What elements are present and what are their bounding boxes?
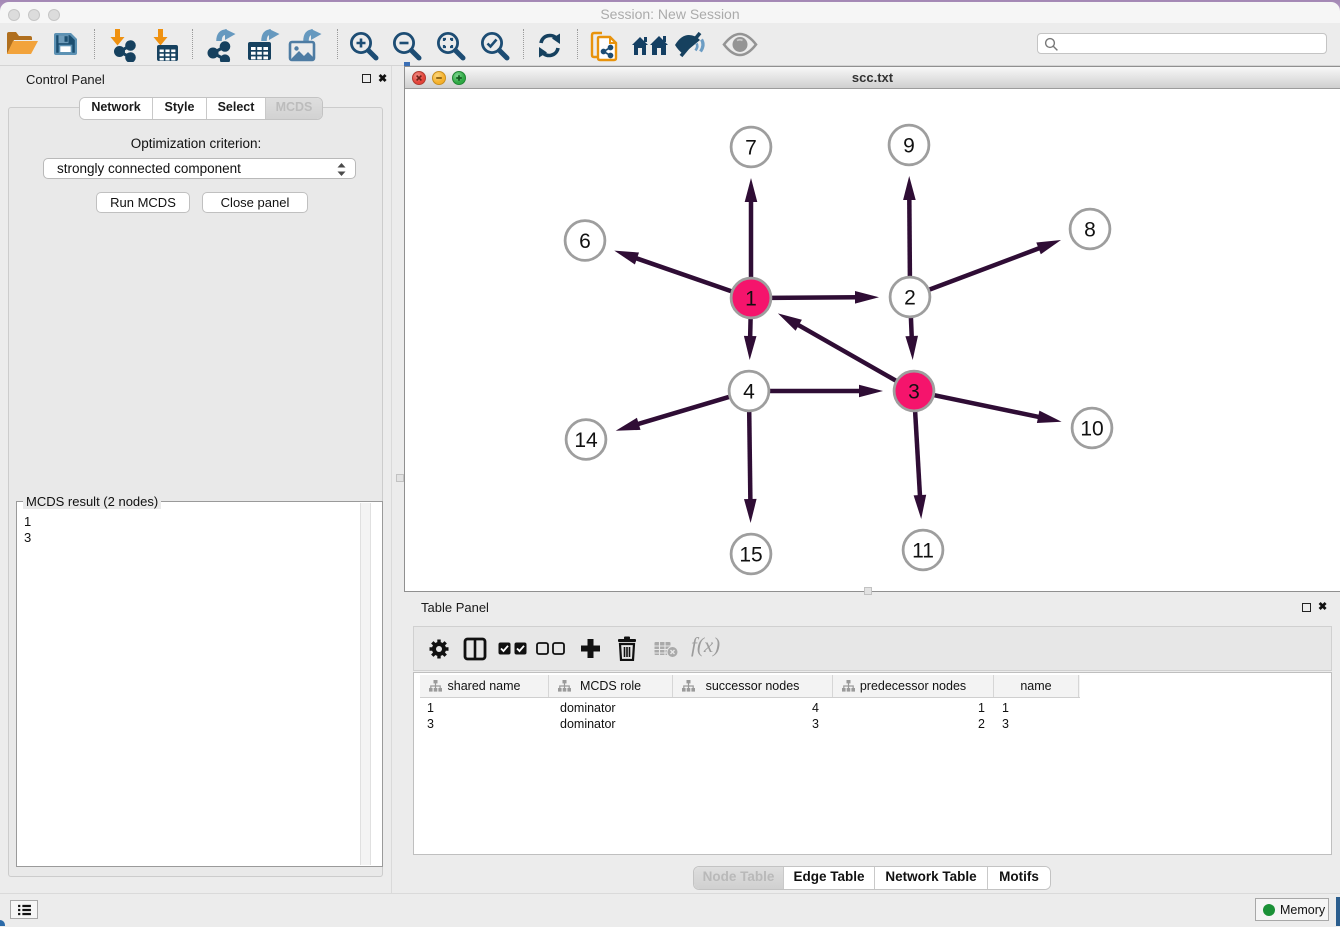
- svg-text:6: 6: [579, 230, 591, 253]
- svg-text:1: 1: [745, 288, 757, 311]
- svg-text:11: 11: [912, 540, 934, 563]
- svg-text:7: 7: [745, 137, 757, 160]
- svg-text:10: 10: [1080, 418, 1103, 441]
- svg-text:4: 4: [743, 381, 755, 404]
- svg-text:9: 9: [903, 135, 915, 158]
- svg-text:2: 2: [904, 287, 916, 310]
- svg-text:15: 15: [739, 544, 762, 567]
- svg-text:14: 14: [574, 429, 598, 452]
- svg-text:3: 3: [908, 381, 920, 404]
- svg-text:8: 8: [1084, 219, 1096, 242]
